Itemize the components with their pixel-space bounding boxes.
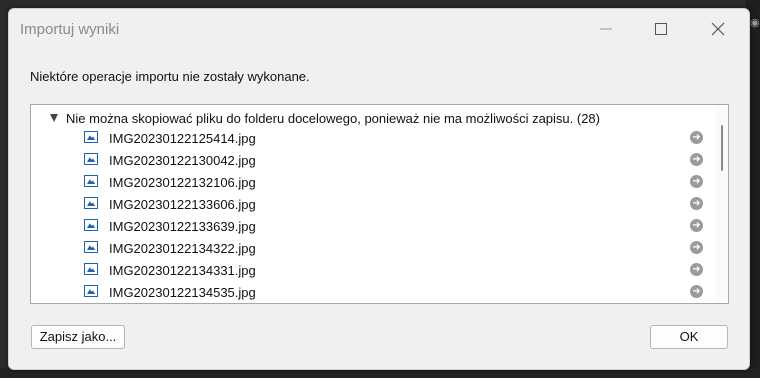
maximize-icon [655,23,667,35]
image-file-icon [84,263,98,275]
file-name: IMG20230122132106.jpg [109,175,256,190]
eye-icon: ◉ [750,17,760,29]
close-button[interactable] [695,9,741,49]
image-file-icon [84,241,98,253]
file-rows: IMG20230122125414.jpg ➜ IMG20230122130042.… [31,128,721,303]
import-results-dialog: Importuj wyniki Niektóre operacje import… [8,8,750,370]
go-to-arrow-icon[interactable]: ➜ [690,131,703,144]
list-item[interactable]: IMG20230122132106.jpg ➜ [31,172,721,194]
minimize-button[interactable] [583,9,629,49]
vertical-scrollbar[interactable] [716,105,728,303]
scrollbar-thumb[interactable] [721,125,723,171]
go-to-arrow-icon[interactable]: ➜ [690,241,703,254]
image-file-icon [84,285,98,297]
maximize-button[interactable] [638,9,684,49]
file-name: IMG20230122134535.jpg [109,285,256,300]
file-name: IMG20230122134331.jpg [109,263,256,278]
failed-files-list[interactable]: Nie można skopiować pliku do folderu doc… [30,104,729,304]
list-item[interactable]: IMG20230122134535.jpg ➜ [31,282,721,303]
status-message: Niektóre operacje importu nie zostały wy… [30,69,310,84]
group-header[interactable]: Nie można skopiować pliku do folderu doc… [50,111,600,127]
ok-button[interactable]: OK [650,325,728,349]
image-file-icon [84,197,98,209]
file-name: IMG20230122125414.jpg [109,131,256,146]
list-item[interactable]: IMG20230122134331.jpg ➜ [31,260,721,282]
go-to-arrow-icon[interactable]: ➜ [690,175,703,188]
file-name: IMG20230122134322.jpg [109,241,256,256]
list-item[interactable]: IMG20230122133639.jpg ➜ [31,216,721,238]
image-file-icon [84,175,98,187]
list-item[interactable]: IMG20230122134322.jpg ➜ [31,238,721,260]
minimize-icon [600,28,612,30]
go-to-arrow-icon[interactable]: ➜ [690,197,703,210]
file-name: IMG20230122130042.jpg [109,153,256,168]
image-file-icon [84,131,98,143]
list-item[interactable]: IMG20230122130042.jpg ➜ [31,150,721,172]
title-bar: Importuj wyniki [9,9,749,49]
go-to-arrow-icon[interactable]: ➜ [690,219,703,232]
list-item[interactable]: IMG20230122125414.jpg ➜ [31,128,721,150]
image-file-icon [84,219,98,231]
image-file-icon [84,153,98,165]
file-name: IMG20230122133606.jpg [109,197,256,212]
go-to-arrow-icon[interactable]: ➜ [690,263,703,276]
file-name: IMG20230122133639.jpg [109,219,256,234]
dialog-title: Importuj wyniki [20,21,120,38]
save-as-button[interactable]: Zapisz jako... [31,325,125,349]
go-to-arrow-icon[interactable]: ➜ [690,285,703,298]
list-item[interactable]: IMG20230122133606.jpg ➜ [31,194,721,216]
go-to-arrow-icon[interactable]: ➜ [690,153,703,166]
collapse-triangle-icon[interactable] [50,114,58,122]
close-icon [711,22,725,36]
group-header-label: Nie można skopiować pliku do folderu doc… [66,111,600,126]
